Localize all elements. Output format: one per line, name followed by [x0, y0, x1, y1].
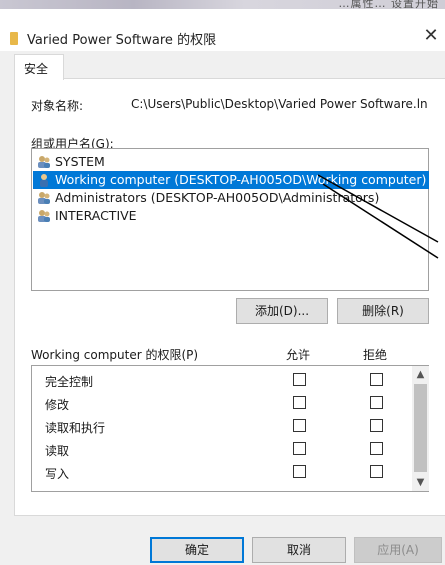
list-item-label: Working computer (DESKTOP-AH005OD\Workin… [55, 172, 427, 187]
permissions-list[interactable]: 完全控制 修改 读取和执行 读取 写入 ▲ ▼ [31, 365, 429, 492]
user-icon [40, 174, 48, 187]
scroll-up-icon[interactable]: ▲ [412, 366, 429, 383]
cancel-button[interactable]: 取消 [252, 537, 346, 563]
group-icon [38, 210, 50, 222]
tab-security-label: 安全 [24, 62, 49, 76]
permissions-scrollbar[interactable]: ▲ ▼ [412, 366, 429, 491]
deny-checkbox-read[interactable] [370, 442, 383, 455]
group-icon [38, 192, 50, 204]
close-icon: ✕ [423, 25, 439, 46]
folder-icon [10, 32, 18, 45]
allow-checkbox-modify[interactable] [293, 396, 306, 409]
permission-name-write: 写入 [45, 467, 70, 481]
list-item-system[interactable]: SYSTEM [33, 153, 105, 171]
permission-name-full-control: 完全控制 [45, 375, 94, 389]
deny-checkbox-read-execute[interactable] [370, 419, 383, 432]
deny-checkbox-full-control[interactable] [370, 373, 383, 386]
list-item-label: INTERACTIVE [55, 208, 137, 223]
object-name-label: 对象名称: [31, 99, 84, 113]
deny-checkbox-modify[interactable] [370, 396, 383, 409]
scroll-down-icon[interactable]: ▼ [412, 474, 429, 491]
window-title: Varied Power Software 的权限 [27, 33, 217, 48]
apply-button: 应用(A) [354, 537, 442, 563]
list-item-working-computer[interactable]: Working computer (DESKTOP-AH005OD\Workin… [33, 171, 429, 189]
group-icon [38, 156, 50, 168]
title-bar[interactable]: Varied Power Software 的权限 ✕ [0, 9, 445, 51]
add-button[interactable]: 添加(D)... [236, 298, 328, 324]
permission-name-modify: 修改 [45, 398, 70, 412]
deny-column-header: 拒绝 [363, 348, 388, 362]
close-button[interactable]: ✕ [418, 23, 444, 49]
background-window-strip: …属性… 设置开始 [0, 0, 445, 10]
ok-button[interactable]: 确定 [150, 537, 244, 563]
remove-button[interactable]: 删除(R) [337, 298, 429, 324]
list-item-label: SYSTEM [55, 154, 105, 169]
allow-checkbox-full-control[interactable] [293, 373, 306, 386]
object-path: C:\Users\Public\Desktop\Varied Power Sof… [131, 97, 428, 111]
list-item-interactive[interactable]: INTERACTIVE [33, 207, 137, 225]
list-item-administrators[interactable]: Administrators (DESKTOP-AH005OD\Administ… [33, 189, 379, 207]
permissions-label: Working computer 的权限(P) [31, 348, 199, 362]
allow-checkbox-read-execute[interactable] [293, 419, 306, 432]
allow-column-header: 允许 [286, 348, 311, 362]
scroll-thumb[interactable] [414, 384, 427, 472]
object-path-text: C:\Users\Public\Desktop\Varied Power Sof… [131, 97, 428, 111]
permission-name-read-execute: 读取和执行 [45, 421, 106, 435]
tab-security[interactable]: 安全 [14, 54, 64, 80]
permission-name-read: 读取 [45, 444, 70, 458]
allow-checkbox-read[interactable] [293, 442, 306, 455]
allow-checkbox-write[interactable] [293, 465, 306, 478]
groups-listbox[interactable]: SYSTEM Working computer (DESKTOP-AH005OD… [31, 148, 429, 291]
deny-checkbox-write[interactable] [370, 465, 383, 478]
list-item-label: Administrators (DESKTOP-AH005OD\Administ… [55, 190, 380, 205]
